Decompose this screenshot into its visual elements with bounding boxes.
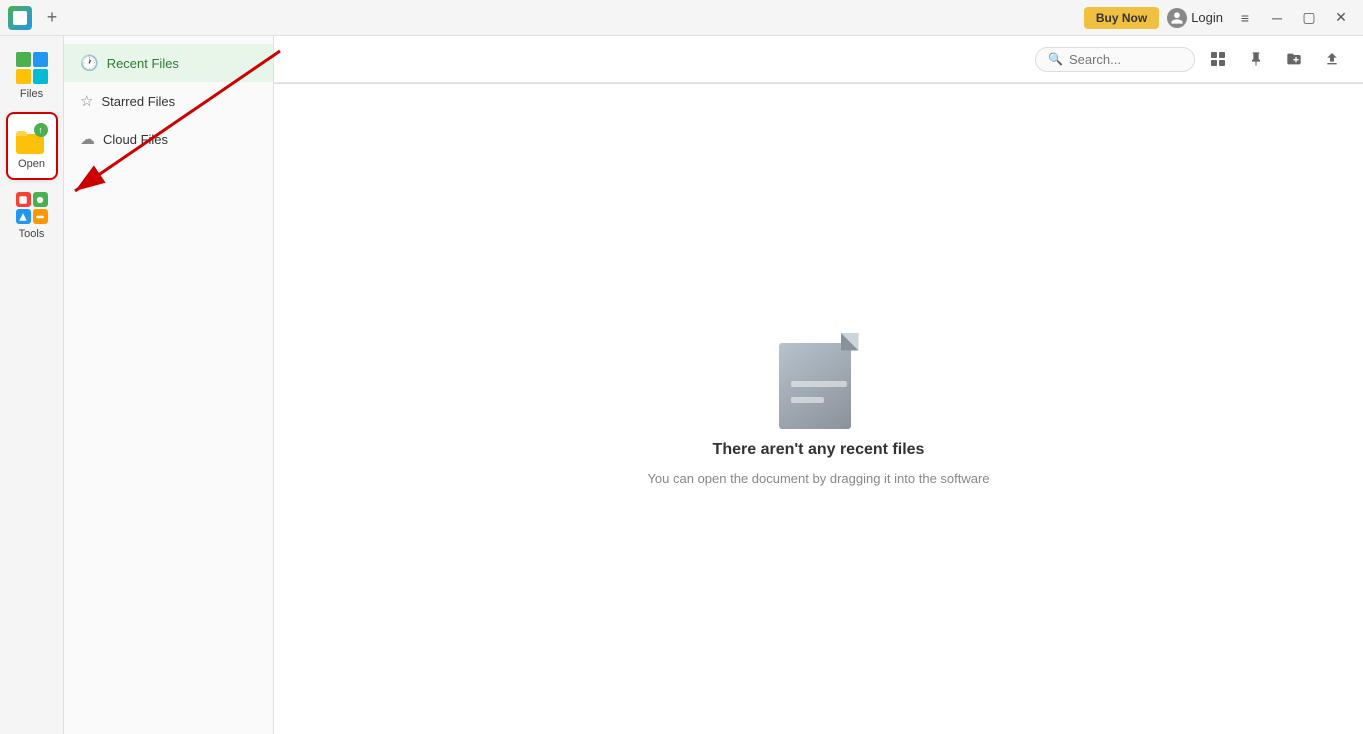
empty-doc-illustration (779, 333, 859, 429)
grid-view-button[interactable] (1203, 44, 1233, 74)
login-label: Login (1191, 10, 1223, 25)
title-bar-right: Buy Now Login ≡ ─ ▢ ✕ (1084, 4, 1355, 32)
buy-now-button[interactable]: Buy Now (1084, 7, 1159, 29)
maximize-button[interactable]: ▢ (1295, 4, 1323, 32)
nav-recent-files[interactable]: 🕐 Recent Files (64, 44, 273, 82)
new-tab-button[interactable]: + (40, 6, 64, 30)
sidebar-item-files[interactable]: Files (6, 44, 58, 108)
sidebar-item-tools[interactable]: Tools (6, 184, 58, 248)
cloud-files-label: Cloud Files (103, 132, 168, 147)
pin-button[interactable] (1241, 44, 1271, 74)
files-icon (16, 52, 48, 84)
nav-cloud-files[interactable]: ☁ Cloud Files (64, 120, 273, 158)
upload-button[interactable] (1317, 44, 1347, 74)
title-bar: + Buy Now Login ≡ ─ ▢ ✕ (0, 0, 1363, 36)
sidebar-item-open[interactable]: ↑ Open (6, 112, 58, 180)
content-toolbar: 🔍 (274, 36, 1363, 83)
title-bar-left: + (8, 6, 64, 30)
folder-button[interactable] (1279, 44, 1309, 74)
tools-label: Tools (19, 228, 45, 240)
tools-icon (16, 192, 48, 224)
starred-files-label: Starred Files (101, 94, 175, 109)
file-sidebar: 🕐 Recent Files ☆ Starred Files ☁ Cloud F… (64, 36, 274, 734)
upload-icon (1324, 51, 1340, 67)
files-label: Files (20, 88, 43, 100)
star-icon: ☆ (80, 92, 93, 110)
empty-title: There aren't any recent files (713, 441, 925, 459)
login-button[interactable]: Login (1167, 8, 1223, 28)
main-layout: Files ↑ Open (0, 36, 1363, 734)
hamburger-button[interactable]: ≡ (1231, 4, 1259, 32)
nav-starred-files[interactable]: ☆ Starred Files (64, 82, 273, 120)
avatar-icon (1167, 8, 1187, 28)
cloud-icon: ☁ (80, 130, 95, 148)
window-controls: ≡ ─ ▢ ✕ (1231, 4, 1355, 32)
grid-icon (1210, 51, 1226, 67)
app-logo (8, 6, 32, 30)
recent-files-label: Recent Files (107, 56, 179, 71)
main-content: 🔍 (274, 36, 1363, 734)
empty-state: There aren't any recent files You can op… (274, 84, 1363, 734)
open-label: Open (18, 158, 45, 170)
search-input[interactable] (1069, 52, 1182, 67)
icon-sidebar: Files ↑ Open (0, 36, 64, 734)
empty-subtitle: You can open the document by dragging it… (647, 471, 989, 486)
folder-add-icon (1286, 51, 1302, 67)
open-icon: ↑ (16, 122, 48, 154)
clock-icon: 🕐 (80, 54, 99, 72)
search-icon: 🔍 (1048, 52, 1063, 66)
pin-icon (1248, 51, 1264, 67)
close-button[interactable]: ✕ (1327, 4, 1355, 32)
search-box[interactable]: 🔍 (1035, 47, 1195, 72)
minimize-button[interactable]: ─ (1263, 4, 1291, 32)
